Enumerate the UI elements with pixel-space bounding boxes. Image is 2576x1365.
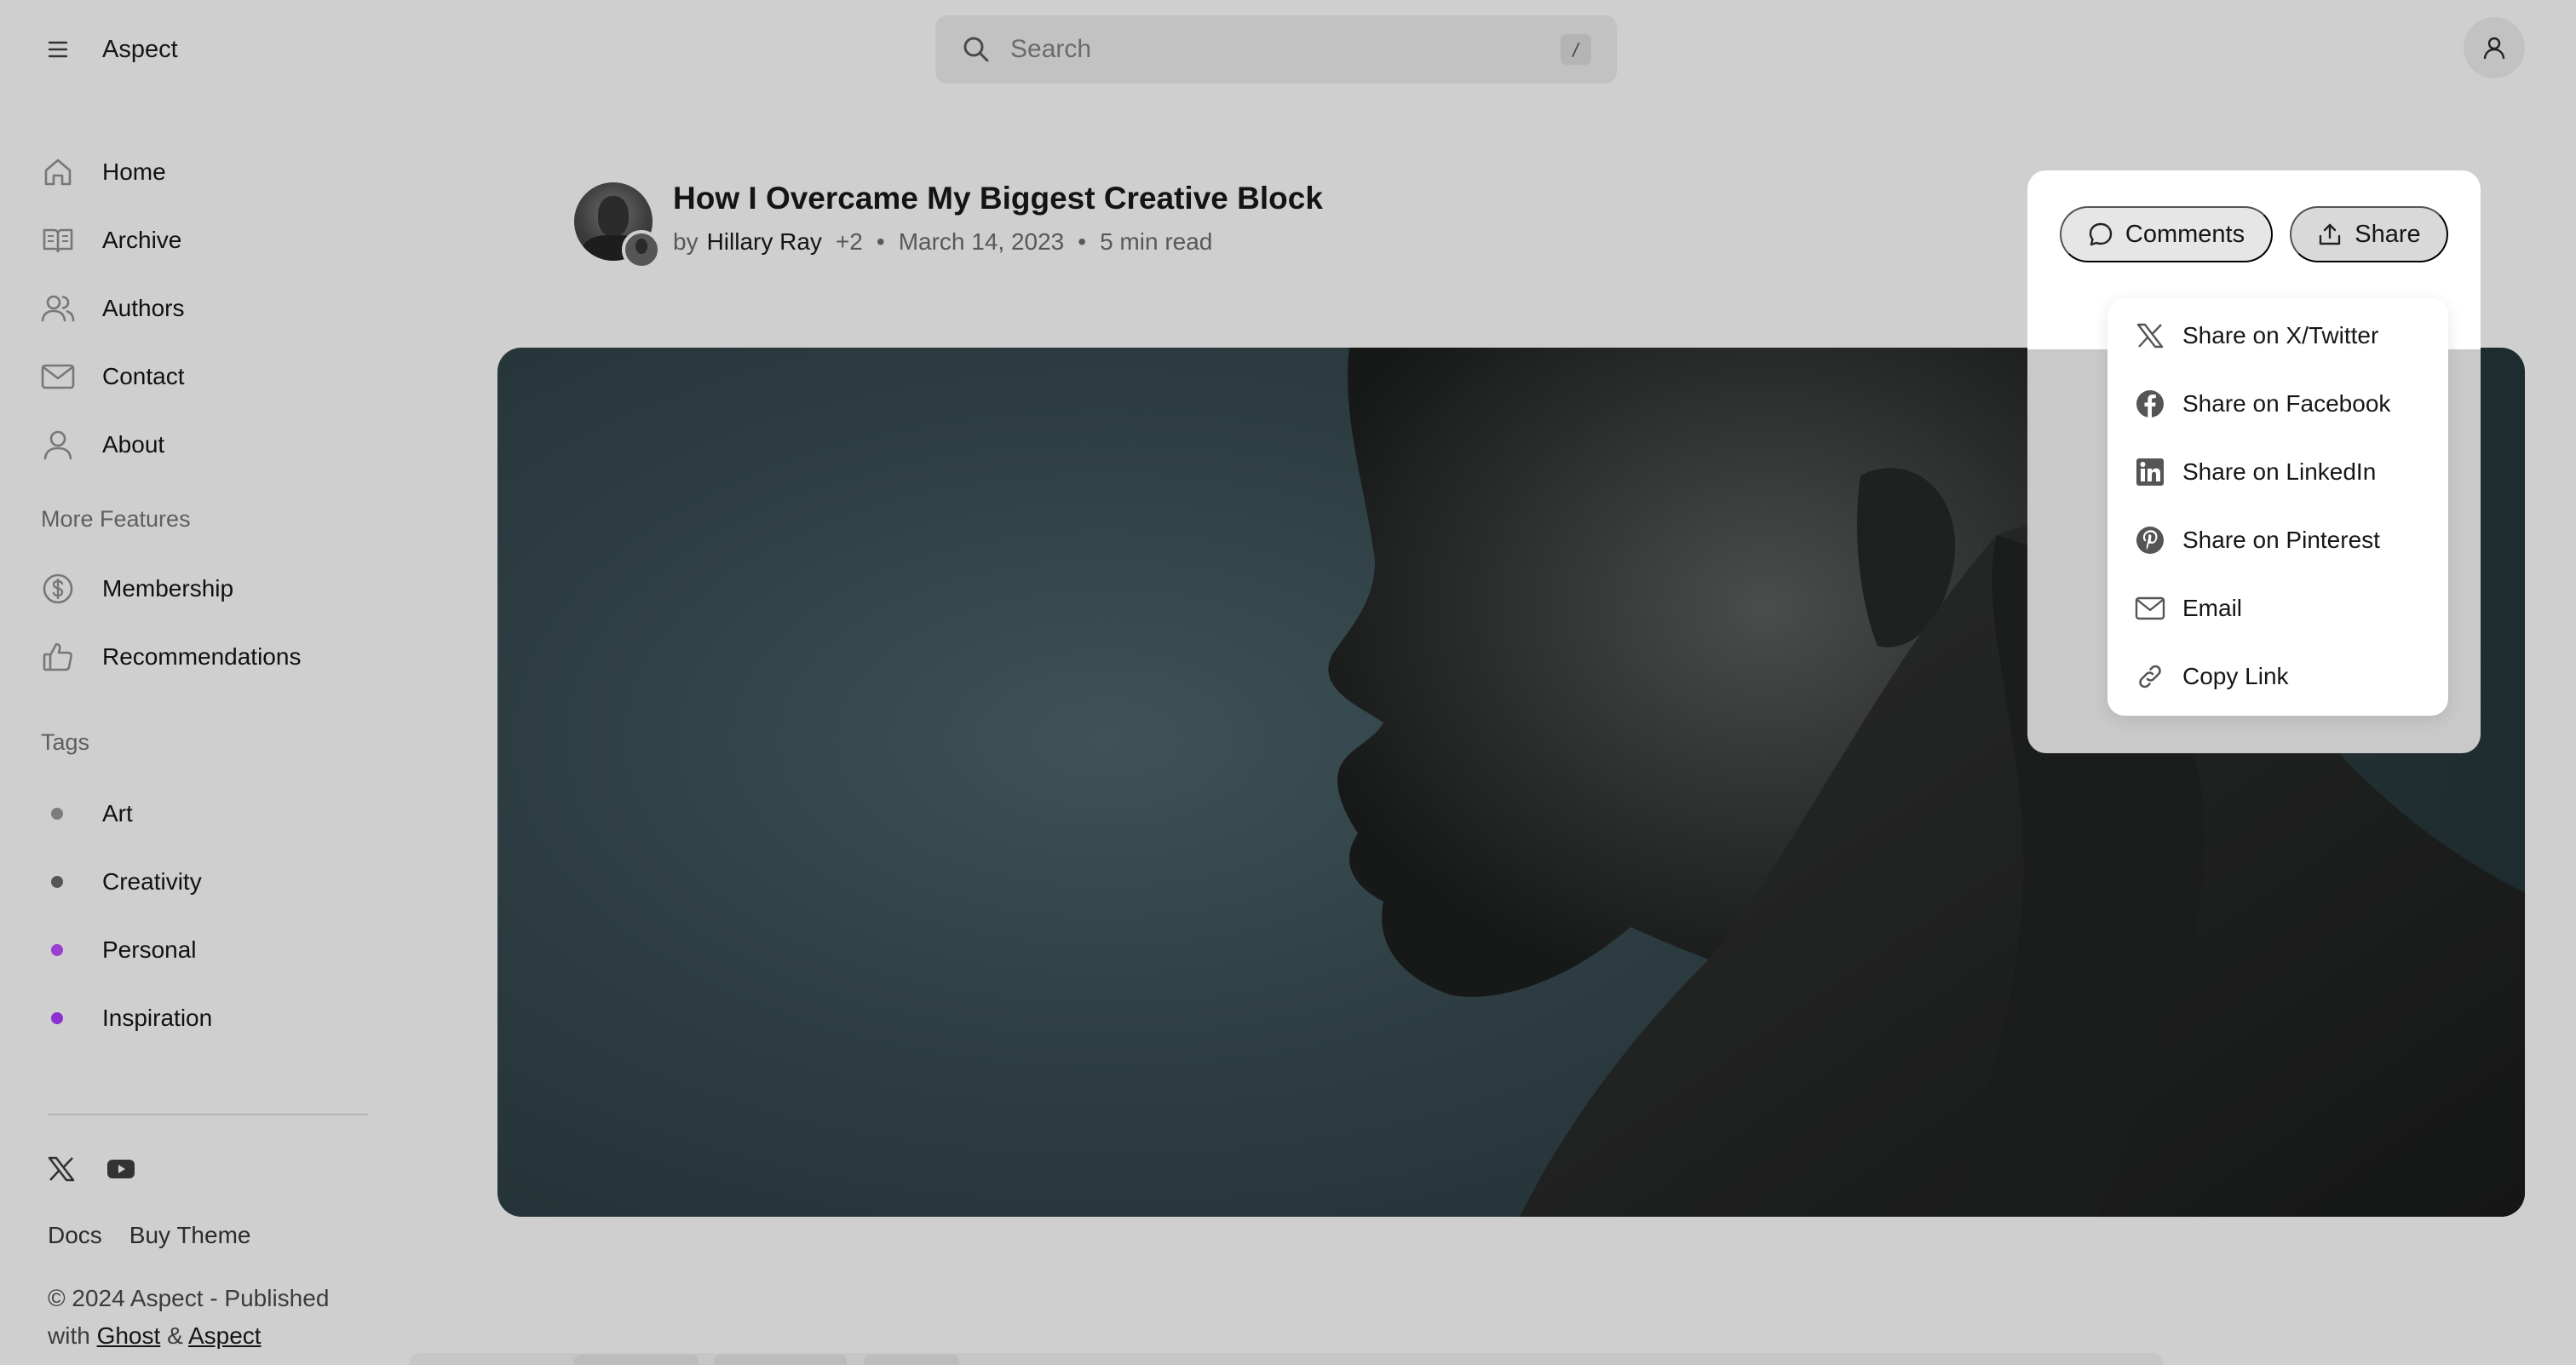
buy-theme-link[interactable]: Buy Theme [129,1222,251,1249]
copyright-amp: & [167,1322,183,1349]
facebook-icon [2133,387,2167,421]
next-section-chip [574,1355,699,1365]
author-link[interactable]: Hillary Ray [707,228,822,256]
share-upload-icon [2317,222,2343,247]
sidebar-item-label: Contact [102,363,185,389]
read-time: 5 min read [1100,228,1213,255]
share-item-label: Copy Link [2182,663,2289,689]
post-meta: by Hillary Ray +2 • March 14, 2023 • 5 m… [673,228,1212,256]
tag-color-dot [51,808,63,820]
pinterest-icon [2133,523,2167,557]
sidebar-tag-art[interactable]: Art [41,788,382,839]
meta-separator: • [876,228,885,255]
sidebar-tag-personal[interactable]: Personal [41,924,382,976]
sidebar-tag-inspiration[interactable]: Inspiration [41,993,382,1044]
hamburger-menu-icon [48,40,68,59]
sidebar-item-label: Authors [102,295,185,321]
next-section-chip [864,1355,959,1365]
search-icon [961,34,992,65]
share-button[interactable]: Share [2290,206,2448,262]
sidebar-divider [48,1114,368,1115]
sidebar-item-recommendations[interactable]: Recommendations [41,631,382,682]
ghost-link[interactable]: Ghost [97,1322,161,1349]
sidebar-item-contact[interactable]: Contact [41,351,382,402]
sidebar-item-archive[interactable]: Archive [41,215,382,266]
link-icon [2133,659,2167,694]
sidebar-tag-label: Art [102,800,133,826]
sidebar-tag-label: Creativity [102,868,202,895]
linkedin-icon [2133,455,2167,489]
extra-authors-count[interactable]: +2 [836,228,863,256]
next-section-chip [714,1355,847,1365]
meta-separator: • [1078,228,1087,255]
sidebar-item-label: Home [102,158,166,185]
share-on-pinterest-item[interactable]: Share on Pinterest [2133,515,2380,566]
copyright-notice: © 2024 Aspect - Published with Ghost & A… [48,1280,371,1355]
users-icon [41,291,75,325]
account-button[interactable] [2464,17,2525,78]
tag-color-dot [51,876,63,888]
youtube-icon[interactable] [104,1152,138,1186]
sidebar-tag-label: Personal [102,936,197,963]
tag-color-dot [51,944,63,956]
sidebar-tag-creativity[interactable]: Creativity [41,856,382,907]
x-twitter-icon[interactable] [44,1152,78,1186]
share-item-label: Share on LinkedIn [2182,458,2377,485]
comments-label: Comments [2125,220,2245,248]
aspect-link[interactable]: Aspect [188,1322,262,1349]
sidebar-item-label: About [102,431,165,458]
more-features-heading: More Features [41,506,191,532]
mail-icon [2133,591,2167,625]
tag-color-dot [51,1012,63,1024]
book-open-icon [41,223,75,257]
share-via-email-item[interactable]: Email [2133,583,2242,634]
sidebar-item-membership[interactable]: Membership [41,563,382,614]
secondary-avatar [622,230,661,269]
thumbs-up-icon [41,640,75,674]
comment-icon [2088,222,2113,247]
docs-link[interactable]: Docs [48,1222,102,1249]
sidebar-item-about[interactable]: About [41,419,382,470]
share-item-label: Share on Facebook [2182,390,2391,417]
share-item-label: Email [2182,595,2243,621]
menu-toggle-button[interactable] [41,32,75,66]
sidebar-item-authors[interactable]: Authors [41,283,382,334]
by-label: by [673,228,699,255]
sidebar-item-label: Recommendations [102,643,302,670]
share-label: Share [2355,220,2421,248]
sidebar-tag-label: Inspiration [102,1005,213,1031]
search-bar[interactable]: Search / [935,15,1617,84]
share-dropdown-menu: Share on X/Twitter Share on Facebook Sha… [2107,298,2448,716]
share-item-label: Share on Pinterest [2182,527,2380,553]
footer-links: Docs Buy Theme [48,1222,250,1249]
share-item-label: Share on X/Twitter [2182,322,2379,348]
post-title: How I Overcame My Biggest Creative Block [673,181,1323,216]
site-logo[interactable]: Aspect [102,32,178,66]
user-icon [2481,35,2507,60]
tags-heading: Tags [41,729,90,755]
share-on-linkedin-item[interactable]: Share on LinkedIn [2133,446,2376,498]
top-bar: Aspect Search / [0,0,2576,99]
mail-icon [41,360,75,394]
sidebar-item-label: Archive [102,227,182,253]
author-avatars[interactable] [574,182,663,271]
home-icon [41,155,75,189]
share-on-facebook-item[interactable]: Share on Facebook [2133,378,2390,429]
sidebar-item-home[interactable]: Home [41,147,382,198]
x-twitter-icon [2133,319,2167,353]
dollar-circle-icon [41,572,75,606]
user-icon [41,428,75,462]
search-shortcut-key: / [1561,34,1591,65]
post-date: March 14, 2023 [898,228,1065,255]
share-on-x-item[interactable]: Share on X/Twitter [2133,310,2378,361]
search-placeholder: Search [1010,35,1092,63]
copy-link-item[interactable]: Copy Link [2133,651,2289,702]
social-links [44,1152,138,1186]
sidebar-item-label: Membership [102,575,234,602]
comments-button[interactable]: Comments [2060,206,2273,262]
